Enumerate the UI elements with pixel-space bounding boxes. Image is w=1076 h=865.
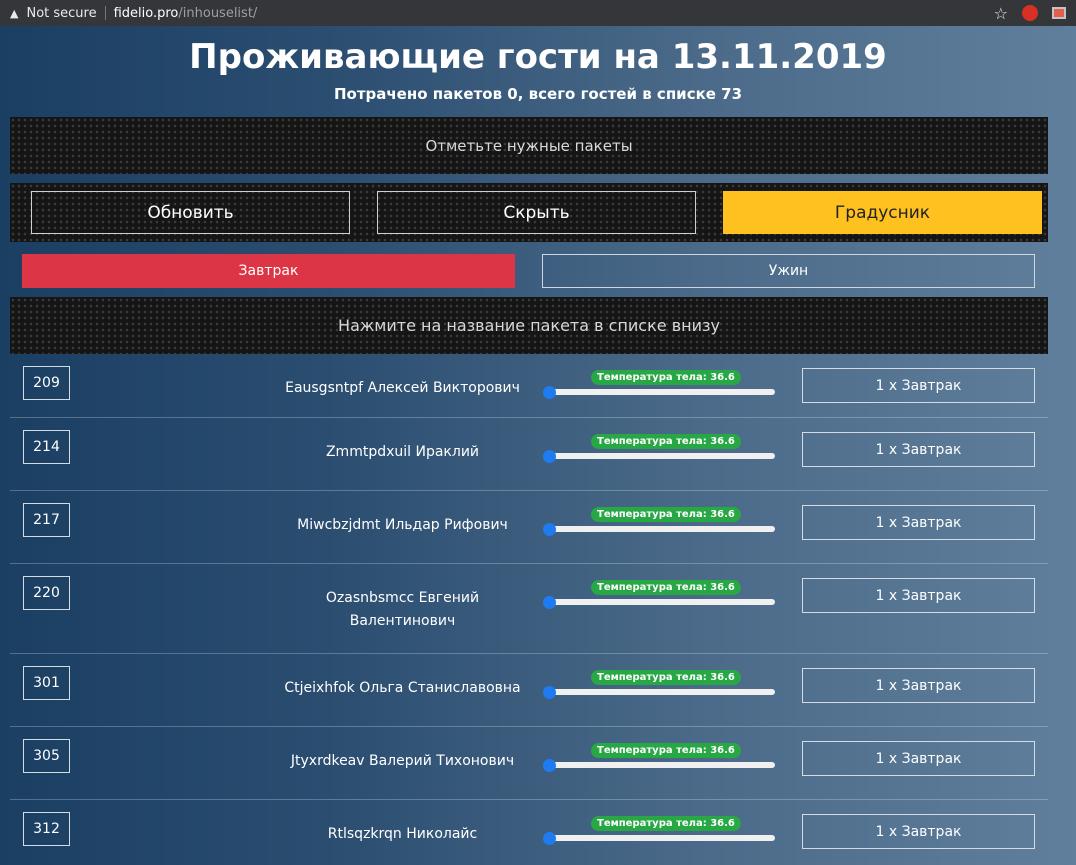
temperature-badge: Температура тела: 36.6 bbox=[591, 816, 741, 831]
meal-button[interactable]: 1 x Завтрак bbox=[802, 814, 1035, 849]
security-indicator[interactable]: ▲ Not secure bbox=[10, 6, 97, 21]
meal-button[interactable]: 1 x Завтрак bbox=[802, 578, 1035, 613]
thermometer-button[interactable]: Градусник bbox=[723, 191, 1042, 234]
guest-name: Ctjeixhfok Ольга Станиславовна bbox=[284, 680, 521, 696]
browser-bar: ▲ Not secure fidelio.pro/inhouselist/ ☆ bbox=[0, 0, 1076, 26]
meal-button[interactable]: 1 x Завтрак bbox=[802, 368, 1035, 403]
page-subtitle: Потрачено пакетов 0, всего гостей в спис… bbox=[333, 85, 743, 103]
guest-row: 217 Miwcbzjdmt Ильдар Рифович Температура … bbox=[10, 491, 1048, 564]
temperature-slider[interactable] bbox=[547, 599, 775, 605]
temperature-badge: Температура тела: 36.6 bbox=[591, 670, 741, 685]
room-number: 220 bbox=[23, 576, 70, 610]
room-number: 217 bbox=[23, 503, 70, 537]
room-number: 305 bbox=[23, 739, 70, 773]
bookmark-star-icon[interactable]: ☆ bbox=[994, 4, 1008, 23]
slider-thumb[interactable] bbox=[543, 759, 556, 772]
guest-name: Eausgsntpf Алексей Викторович bbox=[285, 380, 520, 396]
slider-thumb[interactable] bbox=[543, 386, 556, 399]
guest-row: 220 Ozasnbsmcc Евгений Валентинович Темпер… bbox=[10, 564, 1048, 654]
select-packages-banner: Отметьте нужные пакеты bbox=[10, 117, 1048, 174]
room-number: 312 bbox=[23, 812, 70, 846]
temperature-slider[interactable] bbox=[547, 389, 775, 395]
guest-name: Ozasnbsmcc Евгений Валентинович bbox=[325, 590, 480, 629]
meal-button[interactable]: 1 x Завтрак bbox=[802, 668, 1035, 703]
divider bbox=[104, 6, 106, 20]
page-title: Проживающие гости на 13.11.2019 bbox=[189, 37, 887, 77]
hide-button[interactable]: Скрыть bbox=[377, 191, 696, 234]
temperature-badge: Температура тела: 36.6 bbox=[591, 370, 741, 385]
temperature-badge: Температура тела: 36.6 bbox=[591, 580, 741, 595]
temperature-slider[interactable] bbox=[547, 762, 775, 768]
guest-row: 214 Zmmtpdxuil Ираклий Температура тела: 3… bbox=[10, 418, 1048, 491]
temperature-badge: Температура тела: 36.6 bbox=[591, 507, 741, 522]
slider-thumb[interactable] bbox=[543, 832, 556, 845]
guest-name: Miwcbzjdmt Ильдар Рифович bbox=[297, 517, 508, 533]
guest-name: Rtlsqzkrqn Николайс bbox=[327, 826, 478, 842]
guest-list: 209 Eausgsntpf Алексей Викторович Температ… bbox=[10, 354, 1048, 865]
room-number: 214 bbox=[23, 430, 70, 464]
guest-row: 305 Jtyxrdkeav Валерий Тихонович Температу… bbox=[10, 727, 1048, 800]
guest-row: 301 Ctjeixhfok Ольга Станиславовна Темпера… bbox=[10, 654, 1048, 727]
extension-icon[interactable] bbox=[1052, 7, 1066, 19]
meal-button[interactable]: 1 x Завтрак bbox=[802, 505, 1035, 540]
guest-row: 209 Eausgsntpf Алексей Викторович Температ… bbox=[10, 354, 1048, 418]
refresh-button[interactable]: Обновить bbox=[31, 191, 350, 234]
room-number: 301 bbox=[23, 666, 70, 700]
temperature-badge: Температура тела: 36.6 bbox=[591, 743, 741, 758]
meal-button[interactable]: 1 x Завтрак bbox=[802, 741, 1035, 776]
guest-name: Zmmtpdxuil Ираклий bbox=[325, 444, 480, 460]
temperature-badge: Температура тела: 36.6 bbox=[591, 434, 741, 449]
instruction-banner: Нажмите на название пакета в списке вниз… bbox=[10, 297, 1048, 354]
guest-row: 312 Rtlsqzkrqn Николайс Температура тела: … bbox=[10, 800, 1048, 865]
url-host: fidelio.pro bbox=[113, 5, 179, 21]
room-number: 209 bbox=[23, 366, 70, 400]
extension-icon[interactable] bbox=[1022, 5, 1038, 21]
guest-name: Jtyxrdkeav Валерий Тихонович bbox=[290, 753, 515, 769]
temperature-slider[interactable] bbox=[547, 835, 775, 841]
address-bar[interactable]: fidelio.pro/inhouselist/ bbox=[114, 6, 258, 21]
slider-thumb[interactable] bbox=[543, 596, 556, 609]
warning-icon: ▲ bbox=[10, 6, 19, 20]
temperature-slider[interactable] bbox=[547, 689, 775, 695]
url-path: /inhouselist/ bbox=[178, 5, 258, 21]
temperature-slider[interactable] bbox=[547, 526, 775, 532]
temperature-slider[interactable] bbox=[547, 453, 775, 459]
breakfast-package-button[interactable]: Завтрак bbox=[22, 254, 515, 288]
meal-button[interactable]: 1 x Завтрак bbox=[802, 432, 1035, 467]
dinner-package-button[interactable]: Ужин bbox=[542, 254, 1035, 288]
security-label: Not secure bbox=[26, 5, 97, 21]
slider-thumb[interactable] bbox=[543, 686, 556, 699]
slider-thumb[interactable] bbox=[543, 450, 556, 463]
toolbar: Обновить Скрыть Градусник bbox=[10, 183, 1048, 242]
slider-thumb[interactable] bbox=[543, 523, 556, 536]
